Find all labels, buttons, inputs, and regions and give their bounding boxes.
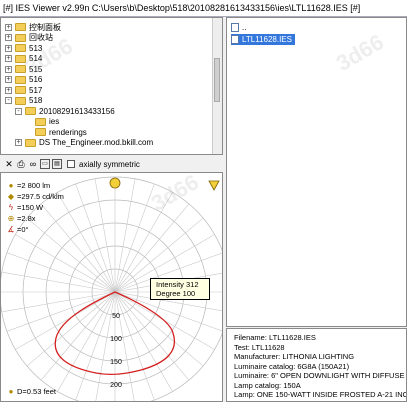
folder-icon	[35, 128, 46, 136]
collapse-icon[interactable]: -	[15, 107, 22, 115]
axially-symmetric-label: axially symmetric	[79, 159, 140, 169]
stat-scale: ⊕ =2.8x	[7, 214, 36, 223]
warning-icon	[208, 180, 220, 191]
lamp-icon: ●	[8, 181, 14, 190]
folder-icon	[25, 107, 36, 115]
fit-arrows-icon[interactable]: ✕	[4, 159, 14, 169]
file-item-label: ..	[242, 23, 247, 32]
file-item-parent[interactable]: ..	[231, 22, 246, 33]
ring-label: 100	[110, 336, 122, 343]
bulb-icon: ●	[8, 387, 14, 396]
ies-info-panel: Filename: LTL11628.IES Test: LTL11628 Manu…	[226, 328, 407, 402]
folder-icon	[15, 23, 26, 31]
folder-icon	[15, 75, 26, 84]
zoom-icon: ⊕	[7, 214, 15, 223]
file-item-label: LTL11628.IES	[242, 35, 292, 44]
expand-icon[interactable]: +	[5, 76, 12, 83]
axially-symmetric-checkbox[interactable]	[67, 160, 75, 168]
stat-distance: ● D=0.53 feet	[8, 387, 56, 396]
file-list[interactable]: .. LTL11628.IES	[226, 17, 407, 327]
expand-icon[interactable]: +	[15, 139, 22, 146]
collapse-icon[interactable]: -	[5, 97, 12, 104]
ring-label: 200	[110, 382, 122, 389]
tree-item-label: 518	[29, 96, 43, 105]
folder-icon	[15, 96, 26, 105]
ies-file-icon	[231, 35, 239, 44]
info-line: Luminaire catalog: 6G8A (150A21)	[234, 361, 350, 371]
tree-item-label: 517	[29, 85, 43, 95]
ring-label: 50	[112, 313, 120, 320]
stat-power: ϟ =150 W	[8, 203, 44, 212]
tree-scrollbar[interactable]	[212, 18, 222, 154]
tree-item-label: DS The_Engineer.mod.bkill.com	[39, 138, 154, 147]
folder-icon	[15, 65, 26, 73]
folder-icon	[15, 44, 26, 52]
info-line: Luminaire: 6" OPEN DOWNLIGHT WITH DIFFUS…	[234, 371, 407, 380]
tree-scrollbar-thumb[interactable]	[214, 58, 220, 102]
intensity-tooltip: Intensity 312 Degree 100	[150, 278, 210, 300]
info-line: Test: LTL11628	[234, 342, 285, 352]
stat-lumens: ● =2 800 lm	[8, 181, 51, 190]
expand-icon[interactable]: +	[5, 34, 12, 41]
expand-icon[interactable]: +	[5, 65, 12, 73]
expand-icon[interactable]: +	[5, 55, 12, 62]
tooltip-degree: Degree 100	[156, 289, 196, 298]
luminaire-icon	[109, 177, 121, 189]
parent-folder-icon	[231, 23, 239, 32]
print-icon[interactable]: ⎙	[16, 159, 26, 169]
tooltip-intensity: Intensity 312	[156, 280, 199, 289]
title-bar: [#] IES Viewer v2.99n C:\Users\b\Desktop…	[0, 0, 407, 17]
info-line: Lamp catalog: 150A	[234, 380, 301, 390]
tree-item-label: renderings	[49, 127, 87, 137]
stat-angle: ∡ =0°	[7, 225, 29, 234]
export-icon[interactable]: ▤	[52, 159, 62, 169]
efficacy-icon: ◆	[7, 192, 15, 201]
tree-item[interactable]: + DS The_Engineer.mod.bkill.com	[15, 137, 153, 149]
angle-icon: ∡	[7, 225, 15, 234]
window-title: [#] IES Viewer v2.99n C:\Users\b\Desktop…	[3, 3, 361, 13]
tree-item-label: 20108291613433156	[39, 106, 115, 116]
link-icon[interactable]: ∞	[28, 159, 38, 169]
folder-icon	[15, 86, 26, 94]
stat-efficacy: ◆ =297.5 cd/klm	[7, 192, 64, 201]
file-item-selected[interactable]: LTL11628.IES	[231, 34, 295, 45]
expand-icon[interactable]: +	[5, 44, 12, 52]
power-plug-icon: ϟ	[8, 203, 14, 212]
ring-label: 150	[110, 359, 122, 366]
tree-item-label: ies	[49, 117, 60, 126]
folder-icon	[35, 117, 46, 126]
info-line: Manufacturer: LITHONIA LIGHTING	[234, 352, 355, 361]
info-line: Lamp: ONE 150-WATT INSIDE FROSTED A-21 I…	[234, 390, 407, 399]
folder-icon	[15, 33, 26, 42]
copy-icon[interactable]: ▭	[40, 159, 50, 169]
expand-icon[interactable]: +	[5, 86, 12, 94]
folder-tree[interactable]: + 控制面板 + 回收站 +513 +514 +515 +516 +517-518-201082…	[0, 17, 223, 155]
folder-icon	[25, 138, 36, 147]
expand-icon[interactable]: +	[5, 23, 12, 31]
info-line: Filename: LTL11628.IES	[234, 333, 316, 342]
